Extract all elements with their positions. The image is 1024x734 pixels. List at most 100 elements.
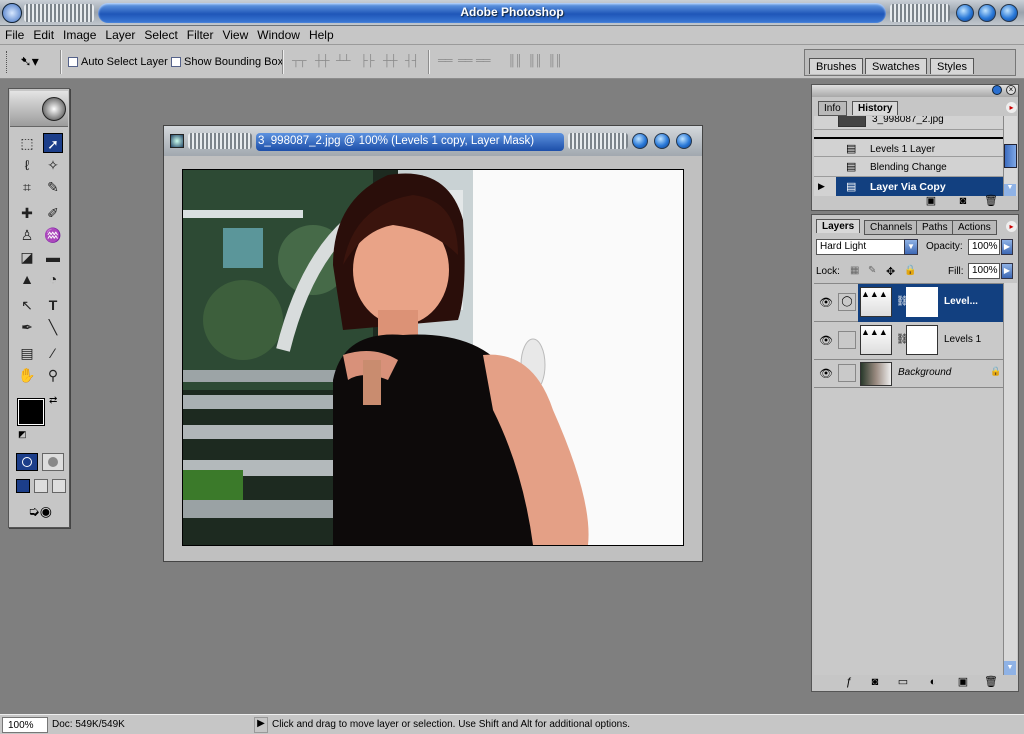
move-tool-preset-icon[interactable]: ➷▾	[20, 53, 39, 70]
layer-row-levels-1[interactable]: 👁 ▲▲▲ ⛓ Levels 1	[814, 322, 1004, 360]
crop-tool-icon[interactable]: ⌗	[17, 177, 37, 197]
blend-mode-dropdown-icon[interactable]: ▼	[904, 239, 918, 255]
new-layer-icon[interactable]: ▣	[956, 676, 970, 688]
hand-tool-icon[interactable]: ✋	[17, 365, 37, 385]
lock-pixels-icon[interactable]: ✎	[868, 265, 876, 276]
bounding-box-checkbox-box[interactable]	[171, 57, 181, 68]
foreground-color-swatch[interactable]	[17, 398, 45, 426]
minimize-icon[interactable]	[956, 4, 974, 22]
align-bottom-icon[interactable]: ┴┴	[336, 55, 358, 69]
tab-info[interactable]: Info	[818, 101, 847, 116]
auto-select-layer-checkbox[interactable]: Auto Select Layer	[68, 56, 168, 68]
zoom-level-field[interactable]: 100%	[2, 717, 48, 733]
layer-style-icon[interactable]: ƒ	[842, 676, 856, 688]
layer-mask-thumbnail[interactable]	[906, 325, 938, 355]
layers-menu-icon[interactable]: ▸	[1006, 221, 1017, 232]
visibility-eye-icon[interactable]: 👁	[816, 331, 836, 351]
history-item-levels-layer[interactable]: ▤ Levels 1 Layer	[814, 137, 1006, 157]
eraser-tool-icon[interactable]: ◪	[17, 247, 37, 267]
panel-close-icon[interactable]: ×	[1006, 85, 1016, 95]
healing-brush-icon[interactable]: ✚	[17, 203, 37, 223]
new-document-from-state-icon[interactable]: ▣	[924, 195, 938, 207]
menu-window[interactable]: Window	[252, 26, 304, 42]
new-snapshot-icon[interactable]: ◙	[956, 195, 970, 207]
lock-position-icon[interactable]: ✥	[886, 265, 895, 278]
opacity-input[interactable]: 100%	[968, 239, 1000, 255]
default-colors-icon[interactable]: ◩	[18, 429, 27, 440]
maximize-icon[interactable]	[978, 4, 996, 22]
jump-to-imageready-icon[interactable]: ➭◉	[17, 503, 63, 521]
close-icon[interactable]	[1000, 4, 1018, 22]
panel-minimize-icon[interactable]	[992, 85, 1002, 95]
layer-row-background[interactable]: 👁 Background 🔒	[814, 360, 1004, 388]
notes-tool-icon[interactable]: ▤	[17, 343, 37, 363]
tab-paths[interactable]: Paths	[916, 220, 954, 235]
layer-link-toggle[interactable]	[838, 364, 856, 382]
magic-wand-icon[interactable]: ✧	[43, 155, 63, 175]
menu-layer[interactable]: Layer	[100, 26, 139, 42]
align-right-icon[interactable]: ┤┤	[405, 55, 427, 69]
menu-filter[interactable]: Filter	[182, 26, 218, 42]
distribute-left-icon[interactable]: ║║	[508, 55, 530, 69]
distribute-right-icon[interactable]: ║║	[548, 55, 570, 69]
layers-scrollbar[interactable]: ▼	[1003, 283, 1017, 675]
menu-select[interactable]: Select	[139, 26, 181, 42]
add-mask-icon[interactable]: ◙	[868, 676, 882, 688]
canvas-image[interactable]	[182, 169, 684, 546]
distribute-bottom-icon[interactable]: ══	[476, 55, 498, 69]
well-tab-styles[interactable]: Styles	[930, 58, 974, 74]
full-screen-menu-icon[interactable]	[34, 479, 48, 493]
well-tab-brushes[interactable]: Brushes	[809, 58, 864, 74]
standard-mode-icon[interactable]	[16, 453, 38, 471]
eyedropper-icon[interactable]: ⁄	[43, 343, 63, 363]
delete-state-icon[interactable]: 🗑	[984, 195, 998, 207]
history-menu-icon[interactable]: ▸	[1006, 102, 1017, 113]
lock-transparency-icon[interactable]: ▦	[850, 265, 859, 276]
menu-help[interactable]: Help	[304, 26, 338, 42]
align-middle-icon[interactable]: ┼┼	[315, 55, 337, 69]
visibility-eye-icon[interactable]: 👁	[816, 293, 836, 313]
lock-all-icon[interactable]: 🔒	[904, 265, 916, 276]
history-item-layer-via-copy[interactable]: ▶ ▤ Layer Via Copy	[814, 177, 1006, 196]
new-set-icon[interactable]: ▭	[896, 676, 910, 688]
quick-mask-mode-icon[interactable]	[42, 453, 64, 471]
doc-close-icon[interactable]	[676, 133, 692, 149]
tab-history[interactable]: History	[852, 101, 899, 115]
document-icon[interactable]	[170, 134, 184, 148]
full-screen-icon[interactable]	[52, 479, 66, 493]
blur-tool-icon[interactable]: ▲	[17, 269, 37, 289]
line-tool-icon[interactable]: ╲	[43, 317, 63, 337]
opacity-slider-icon[interactable]: ▶	[1001, 239, 1013, 255]
blend-mode-select[interactable]: Hard Light	[816, 239, 906, 255]
zoom-tool-icon[interactable]: ⚲	[43, 365, 63, 385]
tab-actions[interactable]: Actions	[952, 220, 997, 235]
fill-input[interactable]: 100%	[968, 263, 1000, 279]
align-center-icon[interactable]: ┼┼	[383, 55, 405, 69]
slice-tool-icon[interactable]: ✎	[43, 177, 63, 197]
adobe-online-icon[interactable]	[42, 97, 66, 121]
move-tool-icon[interactable]: ➚	[43, 133, 63, 153]
history-item-snapshot[interactable]: 3_998087_2.jpg	[814, 116, 1006, 130]
distribute-top-icon[interactable]: ══	[438, 55, 460, 69]
menu-file[interactable]: File	[0, 26, 28, 42]
path-selection-icon[interactable]: ↖	[17, 295, 37, 315]
dodge-tool-icon[interactable]: ◔	[43, 269, 63, 289]
pen-tool-icon[interactable]: ✒	[17, 317, 37, 337]
well-tab-swatches[interactable]: Swatches	[865, 58, 927, 74]
doc-minimize-icon[interactable]	[632, 133, 648, 149]
tab-channels[interactable]: Channels	[864, 220, 919, 235]
distribute-center-icon[interactable]: ║║	[528, 55, 550, 69]
layer-mask-link-icon[interactable]: ◯	[838, 293, 856, 311]
visibility-eye-icon[interactable]: 👁	[816, 364, 836, 384]
menu-edit[interactable]: Edit	[28, 26, 58, 42]
menu-view[interactable]: View	[217, 26, 252, 42]
menu-image[interactable]: Image	[58, 26, 100, 42]
marquee-tool-icon[interactable]: ⬚	[17, 133, 37, 153]
document-title-bar[interactable]: 3_998087_2.jpg @ 100% (Levels 1 copy, La…	[164, 126, 702, 156]
history-brush-icon[interactable]: ♒	[43, 225, 63, 245]
standard-screen-icon[interactable]	[16, 479, 30, 493]
gradient-tool-icon[interactable]: ▬	[43, 247, 63, 267]
swap-colors-icon[interactable]: ⇄	[49, 395, 57, 406]
layer-link-toggle[interactable]	[838, 331, 856, 349]
type-tool-icon[interactable]: T	[43, 295, 63, 315]
